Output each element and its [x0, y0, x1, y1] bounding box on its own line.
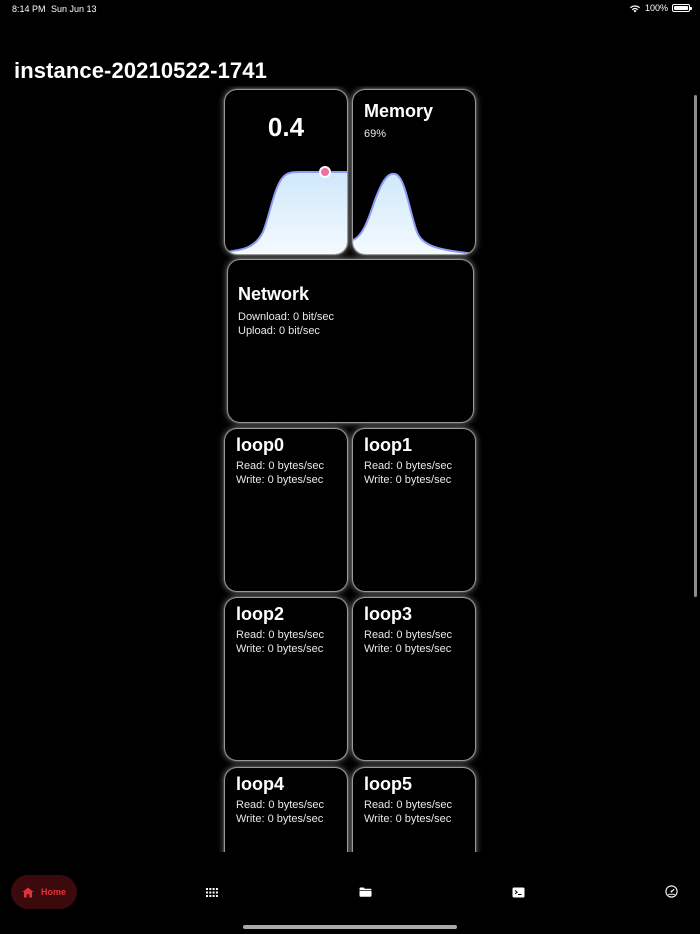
cpu-chart-area: [225, 172, 347, 254]
tab-home[interactable]: Home: [11, 875, 77, 909]
disk-write: Write: 0 bytes/sec: [236, 643, 324, 655]
disk-card-loop2[interactable]: loop2 Read: 0 bytes/sec Write: 0 bytes/s…: [225, 598, 347, 760]
disk-read: Read: 0 bytes/sec: [236, 799, 325, 811]
network-download: Download: 0 bit/sec: [238, 311, 334, 323]
disk-read: Read: 0 bytes/sec: [236, 629, 325, 641]
disk-name: loop0: [236, 435, 284, 455]
cpu-chart-marker: [319, 166, 331, 178]
disk-write: Write: 0 bytes/sec: [236, 474, 324, 486]
wifi-icon: [629, 4, 640, 12]
cpu-chart: [225, 166, 347, 254]
disk-read: Read: 0 bytes/sec: [236, 460, 325, 472]
tab-dashboard[interactable]: [664, 884, 678, 898]
house-icon: [22, 887, 34, 897]
network-title: Network: [238, 284, 310, 304]
memory-card[interactable]: Memory 69%: [353, 90, 475, 254]
disk-name: loop4: [236, 774, 284, 794]
disk-card-loop4[interactable]: loop4 Read: 0 bytes/sec Write: 0 bytes/s…: [225, 768, 347, 852]
status-right: 100%: [629, 3, 692, 13]
disk-read: Read: 0 bytes/sec: [364, 460, 453, 472]
status-time: 8:14 PM: [12, 4, 46, 14]
disk-write: Write: 0 bytes/sec: [364, 474, 452, 486]
disk-name: loop2: [236, 604, 284, 624]
disk-card-loop0[interactable]: loop0 Read: 0 bytes/sec Write: 0 bytes/s…: [225, 429, 347, 591]
tab-bar: Home: [0, 852, 700, 934]
disk-card-loop3[interactable]: loop3 Read: 0 bytes/sec Write: 0 bytes/s…: [353, 598, 475, 760]
tab-terminal[interactable]: [511, 886, 525, 898]
tab-apps[interactable]: [205, 886, 219, 898]
dashboard-scroll-area[interactable]: 0.4 Memory 69% Network Download: 0 bit/s…: [0, 86, 700, 852]
disk-read: Read: 0 bytes/sec: [364, 629, 453, 641]
disk-write: Write: 0 bytes/sec: [364, 813, 452, 825]
disk-card-loop5[interactable]: loop5 Read: 0 bytes/sec Write: 0 bytes/s…: [353, 768, 475, 852]
battery-percent: 100%: [644, 3, 668, 13]
disk-name: loop1: [364, 435, 412, 455]
disk-write: Write: 0 bytes/sec: [236, 813, 324, 825]
gauge-icon: [664, 884, 678, 898]
disk-read: Read: 0 bytes/sec: [364, 799, 453, 811]
memory-chart-area: [353, 173, 475, 254]
folder-icon: [359, 887, 371, 897]
battery-icon: [672, 4, 692, 12]
disk-name: loop5: [364, 774, 412, 794]
terminal-icon: [512, 887, 524, 897]
screen: 8:14 PM Sun Jun 13 100% instance-2021052…: [0, 0, 700, 934]
cpu-card[interactable]: 0.4: [225, 90, 347, 254]
tab-home-label: Home: [40, 887, 66, 897]
disk-name: loop3: [364, 604, 412, 624]
tab-files[interactable]: [358, 886, 372, 898]
grid-icon: [206, 887, 218, 897]
status-bar: 8:14 PM Sun Jun 13 100%: [0, 0, 700, 18]
disk-card-loop1[interactable]: loop1 Read: 0 bytes/sec Write: 0 bytes/s…: [353, 429, 475, 591]
memory-chart: [353, 172, 475, 254]
disk-write: Write: 0 bytes/sec: [364, 643, 452, 655]
status-date: Sun Jun 13: [51, 4, 97, 14]
page-title: instance-20210522-1741: [14, 58, 267, 83]
network-upload: Upload: 0 bit/sec: [238, 325, 320, 337]
home-indicator: [243, 925, 457, 929]
network-card[interactable]: Network Download: 0 bit/sec Upload: 0 bi…: [228, 260, 473, 422]
scrollbar[interactable]: [694, 95, 697, 597]
